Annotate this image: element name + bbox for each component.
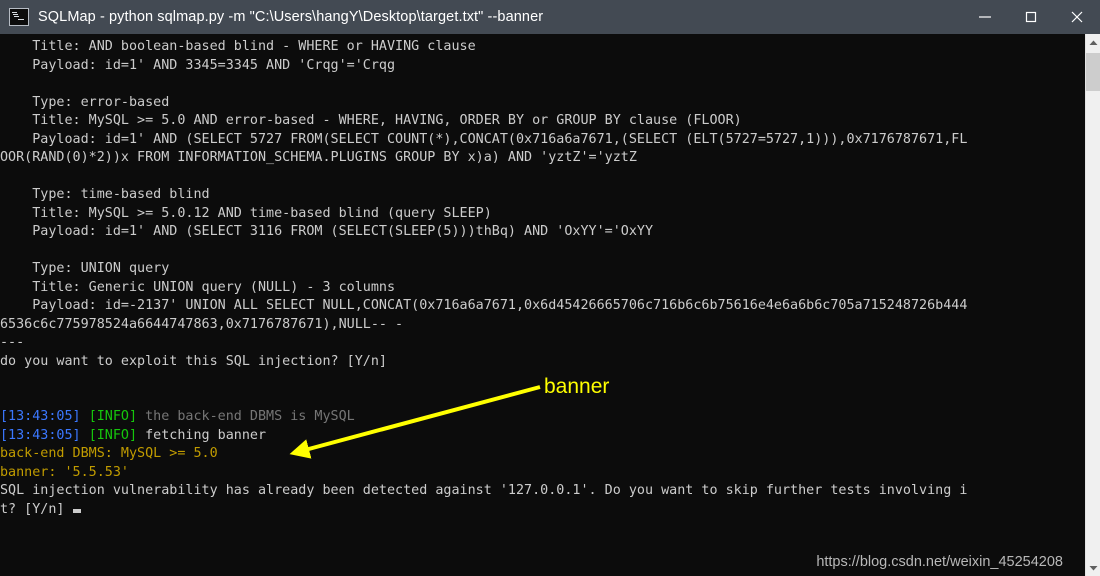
terminal-line: Payload: id=1' AND (SELECT 5727 FROM(SEL…	[0, 131, 1085, 150]
terminal-text: fetching banner	[137, 427, 267, 443]
terminal-text: OOR(RAND(0)*2))x FROM INFORMATION_SCHEMA…	[0, 150, 637, 165]
terminal-text: Type: time-based blind	[0, 187, 210, 202]
maximize-button[interactable]	[1008, 0, 1054, 34]
window-title: SQLMap - python sqlmap.py -m "C:\Users\h…	[38, 9, 544, 25]
terminal-line: OOR(RAND(0)*2))x FROM INFORMATION_SCHEMA…	[0, 149, 1085, 168]
terminal-line: Payload: id=1' AND 3345=3345 AND 'Crqg'=…	[0, 57, 1085, 76]
terminal-line: Title: MySQL >= 5.0 AND error-based - WH…	[0, 112, 1085, 131]
terminal-text: Title: Generic UNION query (NULL) - 3 co…	[0, 279, 396, 295]
window-controls	[962, 0, 1100, 34]
terminal-line: do you want to exploit this SQL injectio…	[0, 353, 1085, 372]
terminal-text: Payload: id=-2137' UNION ALL SELECT NULL…	[0, 298, 968, 313]
terminal-line: 6536c6c775978524a6644747863,0x7176787671…	[0, 316, 1085, 335]
terminal-text: [13:43:05]	[0, 427, 81, 443]
terminal-text: the back-end DBMS is MySQL	[137, 409, 355, 424]
terminal-text: SQL injection vulnerability has already …	[0, 483, 968, 498]
terminal-text: Payload: id=1' AND (SELECT 5727 FROM(SEL…	[0, 131, 968, 147]
close-button[interactable]	[1054, 0, 1100, 34]
scroll-up-arrow[interactable]	[1086, 34, 1100, 51]
watermark-text: https://blog.csdn.net/weixin_45254208	[816, 554, 1063, 570]
terminal-text: do you want to exploit this SQL injectio…	[0, 353, 387, 369]
terminal-text: Title: MySQL >= 5.0 AND error-based - WH…	[0, 113, 742, 128]
terminal-text: Payload: id=1' AND 3345=3345 AND 'Crqg'=…	[0, 57, 396, 73]
terminal-line: Type: time-based blind	[0, 186, 1085, 205]
minimize-button[interactable]	[962, 0, 1008, 34]
terminal-line: Type: error-based	[0, 94, 1085, 113]
terminal-line: Title: Generic UNION query (NULL) - 3 co…	[0, 279, 1085, 298]
terminal-text: [13:43:05]	[0, 409, 81, 424]
terminal-line: back-end DBMS: MySQL >= 5.0	[0, 445, 1085, 464]
window-titlebar[interactable]: SQLMap - python sqlmap.py -m "C:\Users\h…	[0, 0, 1100, 34]
terminal-line: [13:43:05] [INFO] fetching banner	[0, 427, 1085, 446]
terminal-text: back-end DBMS: MySQL >= 5.0	[0, 446, 218, 461]
terminal-text: Type: UNION query	[0, 261, 170, 276]
sqlmap-console-window: SQLMap - python sqlmap.py -m "C:\Users\h…	[0, 0, 1100, 576]
terminal-line: ---	[0, 334, 1085, 353]
terminal-text: [INFO]	[88, 427, 138, 443]
terminal-text: 6536c6c775978524a6644747863,0x7176787671…	[0, 316, 404, 332]
terminal-text: Title: AND boolean-based blind - WHERE o…	[0, 39, 476, 54]
terminal-output-area[interactable]: Title: AND boolean-based blind - WHERE o…	[0, 34, 1085, 576]
scroll-down-arrow[interactable]	[1086, 559, 1100, 576]
vertical-scrollbar[interactable]	[1085, 34, 1100, 576]
terminal-line: [13:43:05] [INFO] the back-end DBMS is M…	[0, 408, 1085, 427]
terminal-line: t? [Y/n]	[0, 501, 1085, 520]
terminal-line: Title: MySQL >= 5.0.12 AND time-based bl…	[0, 205, 1085, 224]
terminal-text: t? [Y/n]	[0, 501, 73, 517]
terminal-text: banner: '5.5.53'	[0, 464, 129, 480]
terminal-line: Payload: id=-2137' UNION ALL SELECT NULL…	[0, 297, 1085, 316]
console-icon	[9, 8, 29, 26]
terminal-text: Type: error-based	[0, 94, 170, 110]
terminal-text: [INFO]	[88, 409, 138, 424]
terminal-line: Type: UNION query	[0, 260, 1085, 279]
terminal-line: SQL injection vulnerability has already …	[0, 482, 1085, 501]
terminal-text: ---	[0, 335, 25, 350]
terminal-text: Payload: id=1' AND (SELECT 3116 FROM (SE…	[0, 224, 654, 239]
terminal-line: Title: AND boolean-based blind - WHERE o…	[0, 38, 1085, 57]
terminal-text: Title: MySQL >= 5.0.12 AND time-based bl…	[0, 205, 492, 221]
scroll-thumb[interactable]	[1086, 53, 1100, 91]
terminal-line: banner: '5.5.53'	[0, 464, 1085, 483]
terminal-line: Payload: id=1' AND (SELECT 3116 FROM (SE…	[0, 223, 1085, 242]
terminal-lines: Title: AND boolean-based blind - WHERE o…	[0, 34, 1085, 519]
terminal-cursor	[72, 508, 81, 513]
